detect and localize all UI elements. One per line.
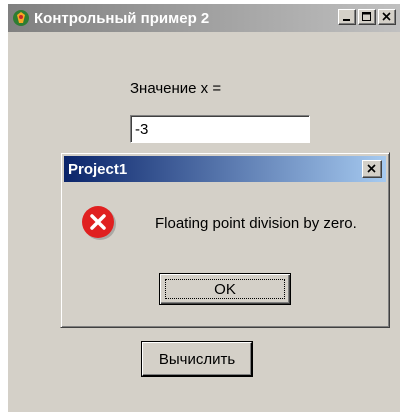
window-title: Контрольный пример 2	[34, 9, 210, 27]
maximize-button[interactable]	[358, 9, 376, 25]
ok-button-label: OK	[214, 280, 236, 298]
close-icon	[382, 12, 391, 21]
dialog-message: Floating point division by zero.	[155, 215, 357, 232]
dialog-title: Project1	[68, 160, 128, 178]
dialog-titlebar[interactable]: Project1	[64, 156, 386, 182]
maximize-icon	[362, 12, 371, 21]
title-buttons	[338, 9, 396, 25]
x-value-label: Значение x =	[130, 80, 222, 97]
error-dialog: Project1 Floating point division by zero…	[60, 152, 390, 328]
minimize-button[interactable]	[338, 9, 356, 25]
ok-button[interactable]: OK	[159, 273, 291, 305]
x-value-input[interactable]	[130, 115, 310, 143]
app-icon	[13, 10, 29, 26]
minimize-icon	[343, 19, 350, 21]
close-icon	[367, 164, 376, 173]
main-titlebar[interactable]: Контрольный пример 2	[8, 4, 400, 32]
calculate-button[interactable]: Вычислить	[142, 342, 252, 376]
close-button[interactable]	[378, 9, 396, 25]
error-icon	[82, 206, 116, 240]
dialog-close-button[interactable]	[362, 160, 382, 178]
